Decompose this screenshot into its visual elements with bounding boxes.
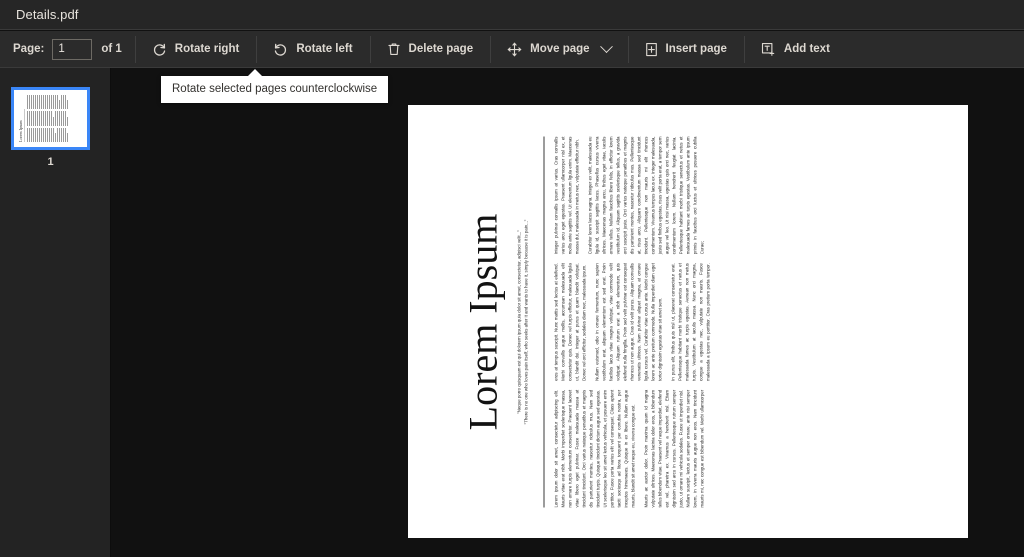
insert-page-icon <box>645 42 658 57</box>
toolbar-group-page: Page: of 1 <box>0 31 135 68</box>
pdf-editor-window: Details.pdf Page: of 1 Rotate right <box>0 0 1024 557</box>
rotate-left-button[interactable]: Rotate left <box>269 31 356 68</box>
thumbnail-column <box>27 127 69 142</box>
pdf-page-body: Lorem Ipsum "Neque porro quisquam est qu… <box>409 106 967 537</box>
toolbar-group-move-page: Move page <box>490 31 627 68</box>
page-count-label: of 1 <box>101 43 122 55</box>
toolbar: Page: of 1 Rotate right <box>0 31 1024 68</box>
thumbnail-column <box>27 111 69 126</box>
pdf-paragraph: Lorem ipsum dolor sit amet, consectetur … <box>552 389 635 507</box>
rotate-left-label: Rotate left <box>296 43 353 55</box>
pdf-paragraph: Nullam euismod, odio in ornare fermentum… <box>593 262 663 381</box>
page-number-input[interactable] <box>52 38 93 60</box>
toolbar-group-delete-page: Delete page <box>369 31 491 68</box>
pdf-body-columns: Lorem ipsum dolor sit amet, consectetur … <box>552 136 852 507</box>
thumbnail-column <box>27 95 69 110</box>
move-page-label: Move page <box>530 43 590 55</box>
rotate-right-button[interactable]: Rotate right <box>148 31 244 68</box>
pdf-quote: "Neque porro quisquam est qui dolorem ip… <box>516 136 530 507</box>
move-page-button[interactable]: Move page <box>503 31 614 68</box>
insert-page-label: Insert page <box>665 43 727 55</box>
thumbnail-columns <box>27 95 69 142</box>
add-text-button[interactable]: Add text <box>757 31 834 68</box>
insert-page-button[interactable]: Insert page <box>641 31 731 68</box>
pdf-heading: Lorem Ipsum <box>460 213 505 430</box>
page-thumbnail-preview: Lorem Ipsum <box>16 92 85 145</box>
rotate-clockwise-icon <box>152 42 167 57</box>
add-text-label: Add text <box>783 43 830 55</box>
tooltip-text: Rotate selected pages counterclockwise <box>172 83 378 95</box>
pdf-page[interactable]: Lorem Ipsum "Neque porro quisquam est qu… <box>409 106 967 537</box>
trash-icon <box>387 42 401 57</box>
thumbnail-subtitle-rule <box>24 109 25 142</box>
move-arrows-icon <box>507 42 522 57</box>
toolbar-group-rotate-right: Rotate right <box>134 31 257 68</box>
toolbar-group-add-text: Add text <box>743 31 847 68</box>
title-bar: Details.pdf <box>0 0 1024 30</box>
pdf-paragraph: Curabitur lorem lacus magna. Integer ex … <box>586 136 705 254</box>
delete-page-label: Delete page <box>408 43 474 55</box>
toolbar-group-rotate-left: Rotate left <box>256 31 369 68</box>
toolbar-group-insert-page: Insert page <box>627 31 744 68</box>
thumbnail-title: Lorem Ipsum <box>18 120 23 142</box>
page-thumbnail[interactable]: Lorem Ipsum <box>11 87 90 150</box>
rotate-right-label: Rotate right <box>174 43 240 55</box>
document-title: Details.pdf <box>16 7 79 22</box>
pdf-page-rotated-content: Lorem Ipsum "Neque porro quisquam est qu… <box>409 106 967 537</box>
pdf-divider <box>542 136 544 507</box>
chevron-down-icon[interactable] <box>599 39 613 53</box>
pdf-quote-line-2: "There is no one who loves pain itself, … <box>522 219 528 424</box>
thumbnail-page-number: 1 <box>47 156 54 168</box>
page-thumbnail-content: Lorem Ipsum <box>16 92 85 145</box>
rotate-counterclockwise-icon <box>273 42 288 57</box>
page-label: Page: <box>13 43 45 55</box>
thumbnail-sidebar: Lorem Ipsum 1 <box>0 68 111 557</box>
delete-page-button[interactable]: Delete page <box>383 31 478 68</box>
tooltip: Rotate selected pages counterclockwise <box>161 69 389 103</box>
document-canvas[interactable]: Lorem Ipsum "Neque porro quisquam est qu… <box>112 68 1024 557</box>
pdf-quote-line-1: "Neque porro quisquam est qui dolorem ip… <box>516 229 521 414</box>
add-text-icon <box>761 42 776 57</box>
